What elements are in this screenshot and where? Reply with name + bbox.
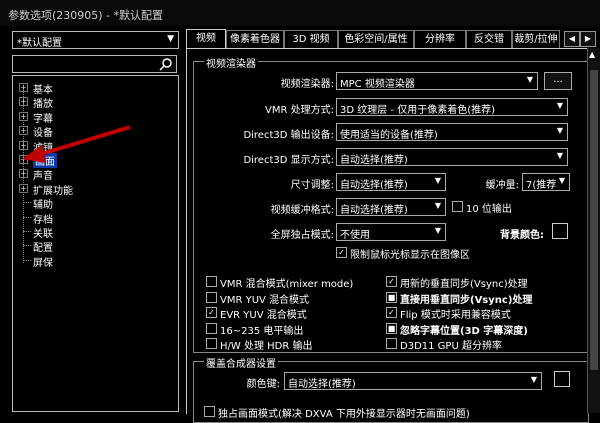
tab-scroll-left-icon[interactable]: ◀ xyxy=(564,31,580,47)
d3d-device-label: Direct3D 输出设备: xyxy=(243,130,334,141)
checkbox-label: 忽略字幕位置(3D 字幕深度) xyxy=(400,325,528,337)
chevron-down-icon: ▼ xyxy=(558,176,565,185)
search-icon[interactable] xyxy=(159,57,173,71)
scroll-up-icon[interactable]: ▲ xyxy=(589,50,595,59)
chevron-down-icon: ▼ xyxy=(434,226,441,235)
tree-item-label: 屏保 xyxy=(33,257,53,269)
tab-4[interactable]: 分辨率 xyxy=(414,30,466,49)
chevron-down-icon: ▼ xyxy=(556,126,563,135)
chevron-down-icon: ▼ xyxy=(434,176,441,185)
tree-item-label: 配置 xyxy=(33,243,53,255)
tree-item-label: 字幕 xyxy=(33,113,53,125)
d3d-display-label: Direct3D 显示方式: xyxy=(243,155,334,166)
checkbox-box xyxy=(206,276,217,287)
buffer-select[interactable]: 7(推荐 ▼ xyxy=(522,173,570,191)
chevron-down-icon: ▼ xyxy=(434,201,441,210)
checkbox-box xyxy=(206,322,217,334)
d3d-device-select[interactable]: 使用适当的设备(推荐) ▼ xyxy=(336,123,568,141)
vmr-select[interactable]: 3D 纹理层 - 仅用于像素着色(推荐) ▼ xyxy=(336,98,568,116)
chevron-down-icon: ▼ xyxy=(530,375,537,384)
checkbox-label: 16~235 电平输出 xyxy=(220,325,304,337)
tree-item-label: 声音 xyxy=(33,171,53,183)
tree-item-label: 关联 xyxy=(33,229,53,240)
vmr-label: VMR 处理方式: xyxy=(265,105,334,116)
tree-item-label: 辅助 xyxy=(33,200,53,212)
tree-item-label: 存档 xyxy=(33,214,53,226)
tab-1[interactable]: 像素着色器 xyxy=(226,30,284,49)
renderer-label: 视频渲染器: xyxy=(280,79,334,90)
checkbox-box: ■ xyxy=(386,322,397,334)
size-select[interactable]: 自动选择(推荐) ▼ xyxy=(336,173,446,191)
tab-5[interactable]: 反交错 xyxy=(466,30,512,49)
checkbox-box xyxy=(206,338,217,349)
checkbox-box: ■ xyxy=(386,291,397,303)
buffer-label: 缓冲量: xyxy=(485,180,519,191)
chevron-down-icon: ▼ xyxy=(526,75,533,84)
checkbox-label: VMR 混合模式(mixer mode) xyxy=(220,279,354,290)
checkbox-label: 用新的垂直同步(Vsync)处理 xyxy=(400,279,528,290)
chevron-down-icon: ▼ xyxy=(167,34,174,44)
expand-icon[interactable]: + xyxy=(19,97,28,107)
tree-item-label: 扩展功能 xyxy=(33,185,73,197)
checkbox-label: D3D11 GPU 超分辨率 xyxy=(400,341,502,352)
checkbox-label: H/W 处理 HDR 输出 xyxy=(220,341,313,352)
background-color-swatch[interactable] xyxy=(552,223,568,239)
overlay-group: 覆盖合成器设置 颜色键: 自动选择(推荐) ▼ 独占画面模式(解决 DXVA 下用… xyxy=(193,355,589,423)
tab-strip: 视频 像素着色器 3D 视频 色彩空间/属性 分辨率 反交错 裁剪/拉伸 ◀ ▶ xyxy=(186,29,600,50)
expand-icon[interactable]: + xyxy=(19,169,28,179)
fullscreen-label: 全屏独占模式: xyxy=(270,230,334,241)
key-color-swatch[interactable] xyxy=(554,371,570,387)
chevron-down-icon: ▼ xyxy=(556,151,563,160)
tree-connector xyxy=(23,202,31,204)
checkbox-box xyxy=(386,338,397,349)
tab-3[interactable]: 色彩空间/属性 xyxy=(338,30,414,49)
key-color-label: 颜色键: xyxy=(246,379,280,390)
tab-scroll-right-icon[interactable]: ▶ xyxy=(580,31,596,47)
checkbox-label: VMR YUV 混合模式 xyxy=(220,294,310,306)
preset-dropdown[interactable]: *默认配置 ▼ xyxy=(12,31,179,49)
renderer-settings-button[interactable]: ... xyxy=(544,72,572,90)
d3d-display-select[interactable]: 自动选择(推荐) ▼ xyxy=(336,148,568,166)
expand-icon[interactable]: + xyxy=(19,183,28,193)
tree-connector xyxy=(23,231,31,232)
video-buffer-label: 视频缓冲格式: xyxy=(270,205,334,216)
size-label: 尺寸调整: xyxy=(290,180,334,191)
checkbox-label: EVR YUV 混合模式 xyxy=(220,310,307,321)
settings-panel: 视频渲染器 视频渲染器: MPC 视频渲染器 ▼ ... VMR 处理方式: 3D… xyxy=(186,48,600,423)
checkbox-label: Flip 模式时采用兼容模式 xyxy=(400,310,511,321)
background-color-label: 背景颜色: xyxy=(500,230,544,241)
checkbox-box: ✓ xyxy=(386,276,397,287)
tree-item-label: 基本 xyxy=(33,85,53,96)
fullscreen-select[interactable]: 不使用 ▼ xyxy=(336,223,446,241)
preset-value: *默认配置 xyxy=(17,38,62,49)
key-color-select[interactable]: 自动选择(推荐) ▼ xyxy=(284,372,542,390)
tab-0[interactable]: 视频 xyxy=(186,29,226,50)
title-bar: 参数选项(230905) - *默认配置 xyxy=(0,0,600,26)
overlay-group-title: 覆盖合成器设置 xyxy=(204,355,278,370)
scroll-thumb[interactable] xyxy=(590,70,598,370)
tree-connector xyxy=(23,216,31,218)
search-input[interactable] xyxy=(12,55,177,73)
checkbox-box: ✓ xyxy=(386,307,397,318)
tree-connector xyxy=(23,259,31,261)
checkbox-box: ✓ xyxy=(206,307,217,318)
video-buffer-select[interactable]: 自动选择(推荐) ▼ xyxy=(336,198,446,216)
tab-2[interactable]: 3D 视频 xyxy=(284,30,338,49)
tab-6[interactable]: 裁剪/拉伸 xyxy=(512,30,560,49)
video-renderer-group: 视频渲染器 视频渲染器: MPC 视频渲染器 ▼ ... VMR 处理方式: 3D… xyxy=(193,55,589,353)
panel-scrollbar[interactable]: ▲ xyxy=(587,48,600,413)
red-arrow-annotation xyxy=(22,125,131,163)
tree-connector xyxy=(23,245,31,247)
group-title: 视频渲染器 xyxy=(204,55,258,70)
tree-item-label: 播放 xyxy=(33,99,53,111)
window-title: 参数选项(230905) - *默认配置 xyxy=(8,9,164,22)
checkbox-box xyxy=(206,291,217,303)
renderer-select[interactable]: MPC 视频渲染器 ▼ xyxy=(336,72,538,90)
expand-icon[interactable]: + xyxy=(19,83,28,92)
expand-icon[interactable]: + xyxy=(19,111,28,121)
checkbox-label: 直接用垂直同步(Vsync)处理 xyxy=(400,294,533,306)
chevron-down-icon: ▼ xyxy=(556,101,563,110)
